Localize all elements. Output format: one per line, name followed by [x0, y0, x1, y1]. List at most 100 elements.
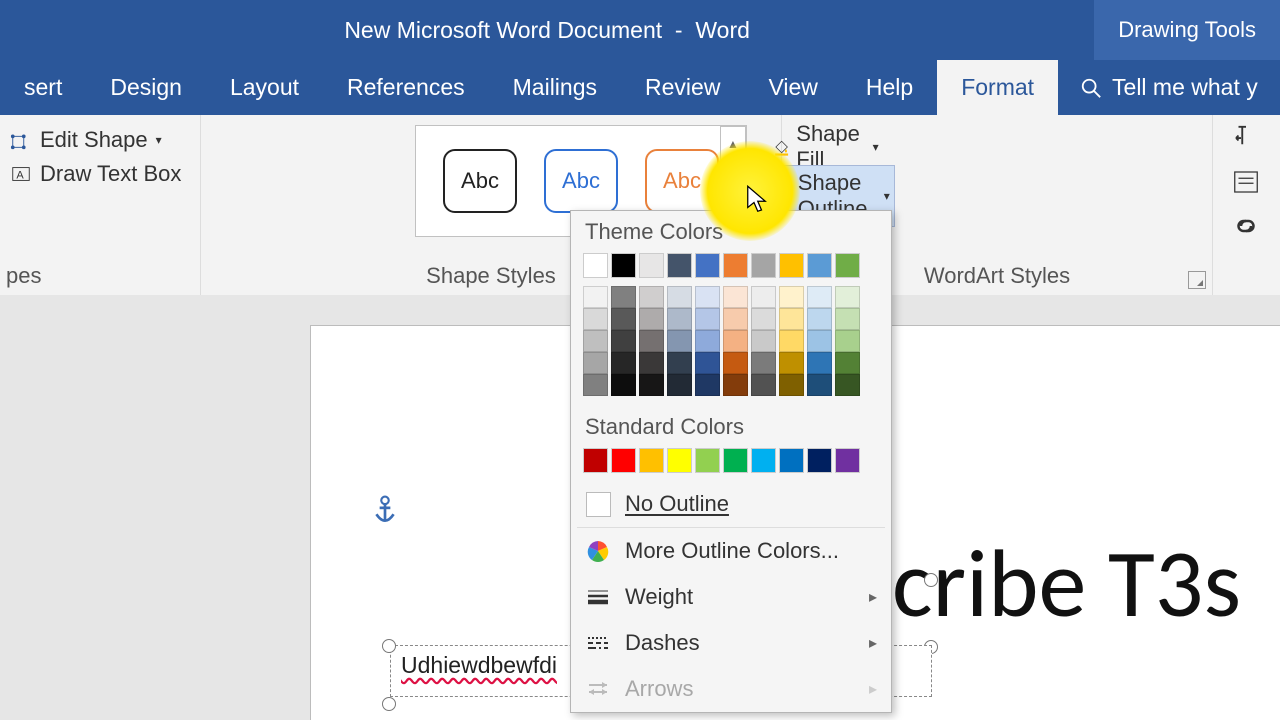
color-swatch[interactable] — [667, 253, 692, 278]
color-swatch[interactable] — [751, 448, 776, 473]
color-swatch[interactable] — [807, 448, 832, 473]
outline-weight-item[interactable]: Weight ▸ — [571, 574, 891, 620]
color-swatch[interactable] — [695, 448, 720, 473]
color-swatch[interactable] — [611, 374, 636, 396]
color-swatch[interactable] — [695, 374, 720, 396]
create-link-button[interactable] — [1218, 207, 1274, 245]
color-swatch[interactable] — [667, 286, 692, 308]
more-outline-colors-item[interactable]: More Outline Colors... — [571, 528, 891, 574]
edit-shape-button[interactable]: Edit Shape ▾ — [0, 123, 200, 157]
color-swatch[interactable] — [583, 352, 608, 374]
color-swatch[interactable] — [835, 448, 860, 473]
tab-help[interactable]: Help — [842, 60, 937, 115]
no-outline-item[interactable]: No Outline — [571, 481, 891, 527]
color-swatch[interactable] — [611, 286, 636, 308]
tab-mailings[interactable]: Mailings — [489, 60, 621, 115]
color-swatch[interactable] — [751, 330, 776, 352]
tab-review[interactable]: Review — [621, 60, 744, 115]
color-swatch[interactable] — [779, 253, 804, 278]
color-swatch[interactable] — [779, 330, 804, 352]
color-swatch[interactable] — [583, 253, 608, 278]
text-direction-button[interactable] — [1218, 119, 1274, 157]
draw-text-box-button[interactable]: A Draw Text Box — [0, 157, 200, 191]
color-swatch[interactable] — [695, 308, 720, 330]
color-swatch[interactable] — [779, 308, 804, 330]
color-swatch[interactable] — [583, 308, 608, 330]
color-swatch[interactable] — [611, 448, 636, 473]
color-swatch[interactable] — [667, 308, 692, 330]
shape-style-preset-1[interactable]: Abc — [443, 149, 517, 213]
color-swatch[interactable] — [611, 352, 636, 374]
color-swatch[interactable] — [835, 374, 860, 396]
shape-style-preset-3[interactable]: Abc — [645, 149, 719, 213]
color-swatch[interactable] — [639, 308, 664, 330]
color-swatch[interactable] — [751, 352, 776, 374]
color-swatch[interactable] — [835, 352, 860, 374]
color-swatch[interactable] — [835, 253, 860, 278]
color-swatch[interactable] — [667, 374, 692, 396]
color-swatch[interactable] — [639, 286, 664, 308]
color-swatch[interactable] — [611, 253, 636, 278]
tab-view[interactable]: View — [744, 60, 841, 115]
color-swatch[interactable] — [807, 286, 832, 308]
color-swatch[interactable] — [835, 286, 860, 308]
color-swatch[interactable] — [723, 374, 748, 396]
color-swatch[interactable] — [779, 286, 804, 308]
color-swatch[interactable] — [667, 330, 692, 352]
color-swatch[interactable] — [695, 352, 720, 374]
color-swatch[interactable] — [723, 352, 748, 374]
selection-handle[interactable] — [924, 573, 938, 587]
color-swatch[interactable] — [723, 253, 748, 278]
color-swatch[interactable] — [751, 374, 776, 396]
color-swatch[interactable] — [807, 374, 832, 396]
wordart-dialog-launcher[interactable] — [1188, 271, 1206, 289]
color-swatch[interactable] — [723, 286, 748, 308]
color-swatch[interactable] — [583, 330, 608, 352]
color-swatch[interactable] — [835, 308, 860, 330]
align-text-button[interactable] — [1218, 163, 1274, 201]
color-swatch[interactable] — [751, 253, 776, 278]
outline-dashes-item[interactable]: Dashes ▸ — [571, 620, 891, 666]
color-swatch[interactable] — [639, 330, 664, 352]
color-swatch[interactable] — [639, 352, 664, 374]
color-swatch[interactable] — [639, 374, 664, 396]
color-swatch[interactable] — [611, 308, 636, 330]
color-swatch[interactable] — [723, 448, 748, 473]
window-title: New Microsoft Word Document - Word — [0, 17, 1094, 44]
shape-style-preset-2[interactable]: Abc — [544, 149, 618, 213]
color-swatch[interactable] — [639, 448, 664, 473]
color-swatch[interactable] — [611, 330, 636, 352]
color-swatch[interactable] — [695, 330, 720, 352]
color-swatch[interactable] — [779, 374, 804, 396]
tab-insert[interactable]: sert — [0, 60, 86, 115]
color-swatch[interactable] — [807, 330, 832, 352]
no-outline-icon — [586, 492, 611, 517]
tell-me-search[interactable]: Tell me what y — [1058, 74, 1258, 101]
tab-references[interactable]: References — [323, 60, 489, 115]
tab-layout[interactable]: Layout — [206, 60, 323, 115]
color-swatch[interactable] — [835, 330, 860, 352]
color-swatch[interactable] — [583, 286, 608, 308]
color-swatch[interactable] — [695, 253, 720, 278]
gallery-scroll-down-button[interactable]: ▼ — [720, 163, 746, 200]
color-swatch[interactable] — [779, 448, 804, 473]
color-swatch[interactable] — [695, 286, 720, 308]
gallery-scroll-up-button[interactable]: ▲ — [720, 126, 746, 163]
color-swatch[interactable] — [751, 308, 776, 330]
color-swatch[interactable] — [583, 448, 608, 473]
color-swatch[interactable] — [751, 286, 776, 308]
color-swatch[interactable] — [667, 448, 692, 473]
tab-design[interactable]: Design — [86, 60, 206, 115]
color-swatch[interactable] — [807, 253, 832, 278]
color-swatch[interactable] — [723, 330, 748, 352]
selection-handle[interactable] — [382, 697, 396, 711]
color-swatch[interactable] — [807, 352, 832, 374]
tab-format[interactable]: Format — [937, 60, 1058, 115]
color-swatch[interactable] — [639, 253, 664, 278]
selection-handle[interactable] — [382, 639, 396, 653]
color-swatch[interactable] — [667, 352, 692, 374]
color-swatch[interactable] — [583, 374, 608, 396]
color-swatch[interactable] — [723, 308, 748, 330]
color-swatch[interactable] — [807, 308, 832, 330]
color-swatch[interactable] — [779, 352, 804, 374]
